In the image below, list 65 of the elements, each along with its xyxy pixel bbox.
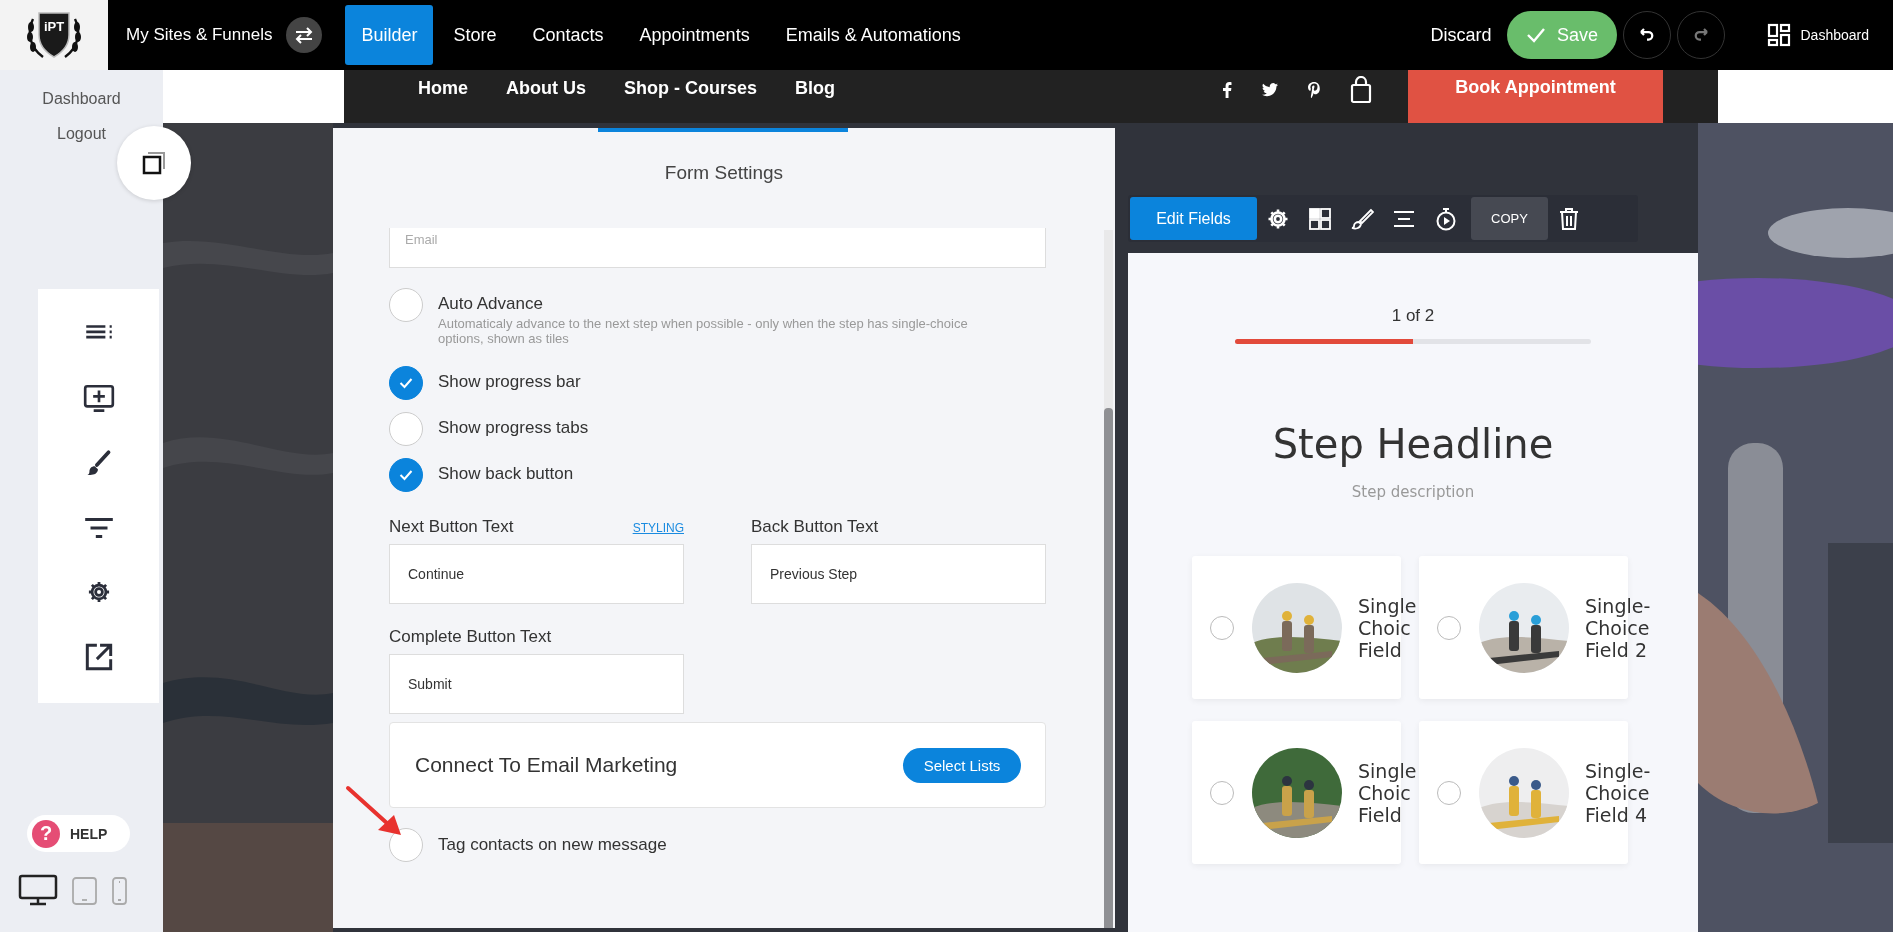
option-label: Auto Advance [438,293,544,315]
check-icon [399,469,413,481]
discard-link[interactable]: Discard [1430,24,1492,46]
choice-label: Single Choic Field [1358,594,1417,661]
option-label: Show progress bar [438,371,581,393]
facebook-icon[interactable] [1222,82,1232,98]
undo-button[interactable] [1622,11,1671,59]
trash-icon[interactable] [1559,206,1579,231]
bird-icon[interactable] [1262,83,1278,97]
question-icon: ? [32,819,60,848]
site-nav-link[interactable]: Blog [795,73,836,103]
checkbox[interactable] [389,458,423,492]
option-label: Tag contacts on new message [438,834,667,856]
choice-label: Single Choic Field [1358,759,1417,826]
field-label: Back Button Text [751,516,879,538]
nav-tab[interactable]: Store [437,5,513,65]
choice-label: Single- Choice Field 4 [1585,759,1651,826]
duplicate-icon [140,149,168,177]
nav-tab[interactable]: Appointments [623,5,766,65]
checkbox[interactable] [389,366,423,400]
duplicate-button[interactable] [117,126,191,200]
text-field[interactable]: Continue [389,544,684,604]
checkbox[interactable] [389,288,423,322]
step-description: Step description [1350,482,1476,502]
timer-icon[interactable] [1434,206,1458,231]
sidebar-link[interactable]: Logout [57,123,106,145]
site-nav-link[interactable]: About Us [506,73,586,103]
email-field[interactable]: Email [389,228,1046,268]
choice-label: Single- Choice Field 2 [1585,594,1651,661]
nav-tab[interactable]: Contacts [516,5,620,65]
site-nav-link[interactable]: Home [418,73,468,103]
nav-tab[interactable]: Emails & Automations [769,5,977,65]
brush-icon[interactable] [1350,206,1374,231]
text-field[interactable]: Submit [389,654,684,714]
desktop-icon[interactable] [18,874,58,906]
nav-tab[interactable]: Builder [345,5,434,65]
panel-title: Form Settings [663,161,785,185]
dashboard-button[interactable]: Dashboard [1760,22,1875,48]
step-headline: Step Headline [1271,420,1555,469]
help-button[interactable]: ? HELP [27,815,130,852]
option-description: Automaticaly advance to the next step when possible - only when the step has single-choice options, shown as tiles [438,316,969,346]
card-title: Connect To Email Marketing [415,753,678,777]
field-label: Next Button Text [389,516,514,538]
shopping-bag-icon[interactable] [1350,76,1372,104]
text-field[interactable]: Previous Step [751,544,1046,604]
select-lists-button[interactable]: Select Lists [903,747,1021,783]
option-label: Show back button [438,463,574,485]
step-counter: 1 of 2 [1390,305,1436,327]
grid-icon[interactable] [1308,206,1332,231]
field-label: Complete Button Text [389,626,552,648]
checkbox[interactable] [389,412,423,446]
site-menu[interactable]: My Sites & Funnels [126,25,273,45]
pin-icon[interactable] [1308,82,1320,98]
arrow-annotation [345,785,403,837]
sidebar-link[interactable]: Dashboard [42,88,121,110]
site-nav-link[interactable]: Shop - Courses [624,73,758,103]
book-appointment-button[interactable]: Book Appointment [1408,70,1663,123]
swap-icon[interactable] [286,17,323,53]
option-label: Show progress tabs [438,417,589,439]
dashboard-icon [1766,23,1791,47]
scrollbar[interactable] [1104,408,1113,928]
check-icon [399,377,413,389]
checkbox[interactable] [389,828,423,862]
copy-button[interactable]: COPY [1471,197,1548,240]
edit-fields-button[interactable]: Edit Fields [1130,197,1257,240]
